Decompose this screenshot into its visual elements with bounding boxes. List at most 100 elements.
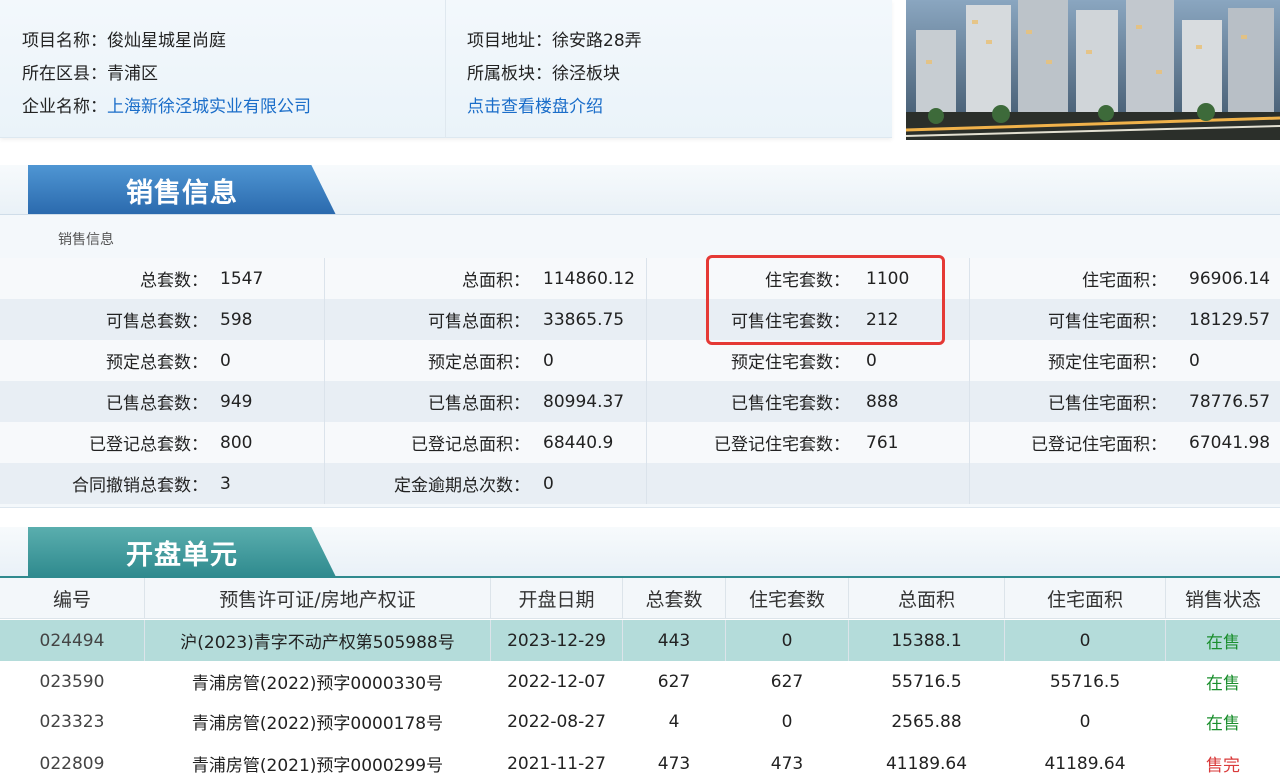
sales-label: 总套数： [140, 271, 208, 291]
cell-divider [646, 422, 647, 463]
sale-status: 在售 [1206, 714, 1240, 734]
sales-value: 33865.75 [543, 309, 625, 330]
cell-divider [646, 340, 647, 381]
sales-label: 预定住宅套数： [731, 353, 850, 373]
sales-value: 96906.14 [1189, 268, 1271, 289]
sales-value: 0 [543, 350, 554, 371]
sales-label: 可售总套数： [106, 312, 208, 332]
residential-area: 41189.64 [1044, 753, 1126, 774]
cell-divider [324, 340, 325, 381]
cell-divider [324, 422, 325, 463]
residential-area: 55716.5 [1049, 671, 1121, 692]
sales-label: 预定总套数： [106, 353, 208, 373]
sales-value: 0 [1189, 350, 1200, 371]
unit-id: 023590 [39, 671, 105, 692]
company-line: 企业名称：上海新徐泾城实业有限公司 [22, 92, 311, 117]
project-name-line: 项目名称：俊灿星城星尚庭 [22, 26, 226, 51]
project-name-label: 项目名称： [22, 31, 107, 51]
column-header: 预售许可证/房地产权证 [219, 589, 416, 611]
table-row[interactable]: 024494 沪(2023)青字不动产权第505988号 2023-12-29 … [0, 620, 1280, 661]
sales-row: 已售总套数： 949 已售总面积： 80994.37 已售住宅套数： 888 已… [0, 381, 1280, 422]
open-date: 2023-12-29 [507, 630, 606, 651]
sales-label: 已登记总套数： [89, 435, 208, 455]
project-name-value: 俊灿星城星尚庭 [107, 31, 226, 51]
column-header: 住宅套数 [748, 589, 825, 611]
address-line: 项目地址：徐安路28弄 [467, 26, 642, 51]
unit-id: 024494 [39, 630, 105, 651]
project-intro-link[interactable]: 点击查看楼盘介绍 [467, 97, 603, 117]
district-label: 所在区县： [22, 64, 107, 84]
total-area: 41189.64 [885, 753, 968, 774]
sales-label: 住宅套数： [765, 271, 850, 291]
permit-number: 青浦房管(2022)预字0000178号 [191, 714, 444, 734]
sales-label: 可售住宅套数： [731, 312, 850, 332]
sales-value: 114860.12 [543, 268, 635, 289]
column-header: 编号 [52, 589, 91, 611]
address-label: 项目地址： [467, 31, 552, 51]
sales-label: 已售住宅套数： [731, 394, 850, 414]
cell-divider [969, 381, 970, 422]
residential-units: 0 [781, 711, 793, 732]
cell-divider [646, 258, 647, 299]
district-value: 青浦区 [107, 64, 158, 84]
project-info-right: 项目地址：徐安路28弄 所属板块：徐泾板块 点击查看楼盘介绍 [447, 0, 892, 138]
residential-units: 0 [781, 630, 793, 651]
table-row[interactable]: 022809 青浦房管(2021)预字0000299号 2021-11-27 4… [0, 743, 1280, 782]
unit-id: 022809 [39, 753, 105, 774]
sales-label: 已登记住宅套数： [714, 435, 850, 455]
total-units: 473 [657, 753, 691, 774]
cell-divider [324, 258, 325, 299]
sales-value: 0 [220, 350, 231, 371]
sales-value: 68440.9 [543, 432, 614, 453]
column-header: 总套数 [645, 589, 703, 611]
sale-status: 在售 [1206, 633, 1240, 653]
total-units: 443 [657, 630, 691, 651]
permit-number: 沪(2023)青字不动产权第505988号 [180, 633, 455, 653]
project-photo [906, 0, 1280, 140]
sales-value: 761 [866, 432, 899, 453]
permit-number: 青浦房管(2021)预字0000299号 [191, 756, 444, 776]
sales-label: 住宅面积： [1082, 271, 1167, 291]
unit-id: 023323 [39, 711, 105, 732]
sales-value: 0 [543, 473, 554, 494]
sales-value: 18129.57 [1189, 309, 1271, 330]
company-label: 企业名称： [22, 97, 107, 117]
sales-label: 合同撤销总套数： [72, 476, 208, 496]
sales-label: 可售住宅面积： [1048, 312, 1167, 332]
sales-value: 598 [220, 309, 253, 330]
total-units: 627 [657, 671, 691, 692]
sales-row: 总套数： 1547 总面积： 114860.12 住宅套数： 1100 住宅面积… [0, 258, 1280, 299]
sales-label: 已售住宅面积： [1048, 394, 1167, 414]
block-line: 所属板块：徐泾板块 [467, 59, 620, 84]
sales-label: 预定总面积： [428, 353, 530, 373]
sales-section-title: 销售信息 [28, 165, 336, 215]
sales-label: 定金逾期总次数： [394, 476, 530, 496]
sales-value: 949 [220, 391, 253, 412]
sales-label: 预定住宅面积： [1048, 353, 1167, 373]
open-date: 2022-12-07 [507, 671, 606, 692]
residential-units: 627 [770, 671, 804, 692]
table-row[interactable]: 023323 青浦房管(2022)预字0000178号 2022-08-27 4… [0, 701, 1280, 742]
total-area: 2565.88 [891, 711, 962, 732]
cell-divider [969, 258, 970, 299]
cell-divider [646, 381, 647, 422]
cell-divider [646, 299, 647, 340]
sale-status: 在售 [1206, 674, 1240, 694]
sales-value: 78776.57 [1189, 391, 1271, 412]
cell-divider [324, 381, 325, 422]
sales-row: 合同撤销总套数： 3 定金逾期总次数： 0 [0, 463, 1280, 504]
cell-divider [969, 299, 970, 340]
sales-row: 已登记总套数： 800 已登记总面积： 68440.9 已登记住宅套数： 761… [0, 422, 1280, 463]
company-link[interactable]: 上海新徐泾城实业有限公司 [107, 97, 311, 117]
residential-units: 473 [770, 753, 804, 774]
block-label: 所属板块： [467, 64, 552, 84]
column-header: 销售状态 [1184, 589, 1261, 611]
cell-divider [324, 299, 325, 340]
sales-caption: 销售信息 [58, 232, 114, 248]
sales-label: 已售总套数： [106, 394, 208, 414]
sales-value: 212 [866, 309, 899, 330]
sales-row: 可售总套数： 598 可售总面积： 33865.75 可售住宅套数： 212 可… [0, 299, 1280, 340]
sales-label: 已登记住宅面积： [1031, 435, 1167, 455]
building-image [906, 0, 1280, 140]
table-row[interactable]: 023590 青浦房管(2022)预字0000330号 2022-12-07 6… [0, 661, 1280, 702]
